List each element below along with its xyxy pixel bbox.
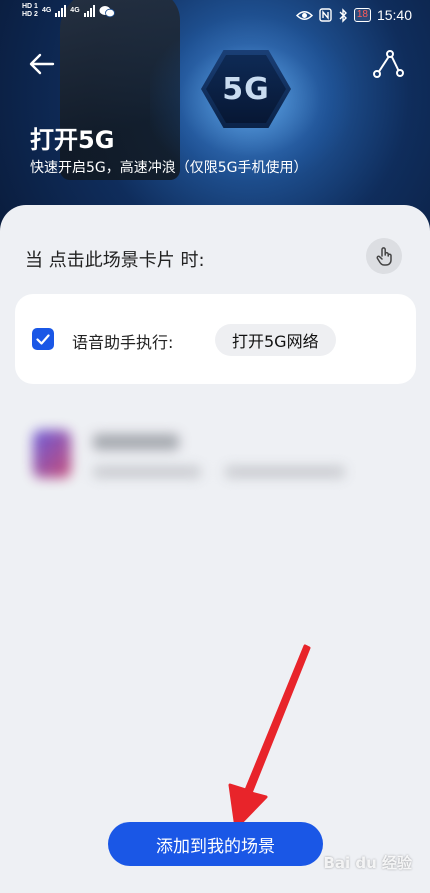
eye-icon — [295, 10, 313, 20]
page-title: 打开5G — [30, 126, 115, 154]
blurred-text — [225, 466, 345, 478]
clock: 15:40 — [376, 7, 412, 23]
nfc-icon — [319, 8, 332, 22]
status-bar: HD 1 HD 2 4G 4G 18 15:40 — [0, 0, 430, 32]
bluetooth-icon — [339, 7, 347, 23]
signal-icon — [55, 5, 67, 17]
network-type-1: 4G — [41, 7, 52, 14]
action-command-chip[interactable]: 打开5G网络 — [215, 324, 336, 356]
check-icon — [36, 333, 50, 345]
tap-trigger-button[interactable] — [366, 238, 402, 274]
network-type-2: 4G — [70, 7, 80, 14]
sim-labels: HD 1 HD 2 — [22, 3, 38, 19]
signal-icon-2 — [83, 5, 95, 17]
battery-icon: 18 — [353, 8, 371, 22]
share-button[interactable] — [372, 48, 404, 80]
sim2-label: HD 2 — [22, 11, 38, 18]
add-to-my-scenes-button[interactable]: 添加到我的场景 — [108, 822, 323, 866]
blurred-text — [93, 466, 201, 478]
blurred-app-icon — [33, 430, 71, 478]
sim1-label: HD 1 — [22, 3, 38, 10]
action-label: 语音助手执行: — [72, 333, 174, 352]
back-arrow-icon — [29, 53, 55, 75]
hero-badge-text: 5G — [222, 72, 270, 107]
trigger-condition-label: 当 点击此场景卡片 时: — [25, 250, 205, 271]
status-bar-left: HD 1 HD 2 4G 4G — [22, 3, 115, 19]
blurred-text — [93, 434, 179, 450]
baidu-watermark-logo: Bai du 经验 — [323, 854, 412, 872]
share-icon — [373, 50, 404, 78]
blurred-card — [15, 410, 416, 502]
page-subtitle: 快速开启5G，高速冲浪（仅限5G手机使用） — [30, 160, 308, 176]
status-bar-right: 18 15:40 — [295, 7, 412, 23]
hand-tap-icon — [376, 247, 392, 266]
wechat-icon — [99, 5, 115, 17]
action-checkbox[interactable] — [32, 328, 54, 350]
back-button[interactable] — [26, 48, 58, 80]
